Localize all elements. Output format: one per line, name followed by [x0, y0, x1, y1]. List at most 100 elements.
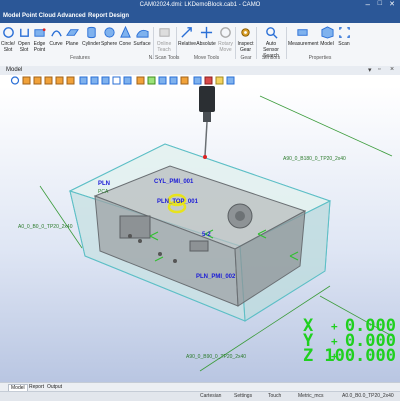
- label-pln-top[interactable]: PLN_TOP_001: [157, 199, 198, 205]
- relative-move-icon: [181, 27, 192, 38]
- circle-slot-button[interactable]: Circle/ Slot: [0, 26, 16, 53]
- open-slot-button[interactable]: Open Slot: [17, 26, 31, 53]
- minimize-icon[interactable]: –: [366, 0, 370, 9]
- view-right-icon[interactable]: [55, 76, 64, 85]
- reset-view-icon[interactable]: [226, 76, 235, 85]
- label-pln-left[interactable]: PLN: [98, 181, 110, 187]
- status-settings[interactable]: Settings: [234, 393, 252, 399]
- label-dim-left: A0_0_B0_0_TP20_2x40: [18, 224, 73, 230]
- cone-button[interactable]: Cone: [118, 26, 132, 47]
- open-slot-icon: [19, 28, 29, 37]
- curve-icon: [50, 30, 62, 37]
- rotary-move-label: Rotary Move: [218, 41, 233, 53]
- surface-button[interactable]: Surface: [133, 26, 151, 47]
- zoom-window-icon[interactable]: [90, 76, 99, 85]
- tab-model[interactable]: Model: [3, 13, 20, 19]
- sphere-icon: [103, 27, 115, 38]
- zoom-fit-icon[interactable]: [79, 76, 88, 85]
- view-front-icon[interactable]: [44, 76, 53, 85]
- ribbon: Circle/ Slot Open Slot Edge Point Curve …: [0, 23, 400, 67]
- path-icon[interactable]: [169, 76, 178, 85]
- ribbon-separator: [235, 27, 236, 59]
- absolute-button[interactable]: Absolute: [196, 26, 216, 47]
- model-block[interactable]: [68, 143, 332, 322]
- wireframe-icon[interactable]: [112, 76, 121, 85]
- group-features: Features: [70, 55, 90, 61]
- view-cube-icon[interactable]: [22, 76, 31, 85]
- rotary-move-button[interactable]: Rotary Move: [217, 26, 234, 53]
- online-teach-button[interactable]: Online Teach: [155, 26, 173, 53]
- close-icon[interactable]: ✕: [389, 0, 395, 8]
- measurement-button[interactable]: Measurement: [288, 26, 319, 47]
- model-viewport[interactable]: CYL_PMI_001 PLN_TOP_001 PLN PCA PLN_PMI_…: [0, 86, 400, 382]
- bottom-tab-output[interactable]: Output: [45, 384, 64, 390]
- label-pca: PCA: [98, 189, 109, 195]
- label-mid: 5-2: [202, 232, 211, 238]
- view-toolbar-icons: [10, 76, 235, 85]
- readout-z-row: Z + 100.000: [301, 346, 396, 366]
- section-icon[interactable]: [136, 76, 145, 85]
- color-icon[interactable]: [204, 76, 213, 85]
- view-iso-icon[interactable]: [66, 76, 75, 85]
- surface-label: Surface: [133, 41, 151, 47]
- online-teach-label: Online Teach: [156, 41, 172, 53]
- coordinate-readout: X + 0.000 Y + 0.000 Z + 100.000: [301, 318, 396, 366]
- open-slot-label: Open Slot: [17, 41, 31, 53]
- sphere-button[interactable]: Sphere: [101, 26, 117, 47]
- scan-label: Scan: [338, 41, 350, 47]
- label-icon[interactable]: [180, 76, 189, 85]
- pane-close-icon[interactable]: ×: [390, 66, 394, 73]
- label-dim-bottom: A90_0_B90_0_TP20_2x40: [186, 354, 247, 360]
- label-cyl-pmi[interactable]: CYL_PMI_001: [154, 179, 193, 185]
- tab-point-cloud[interactable]: Point Cloud: [22, 13, 56, 19]
- label-pln-pmi[interactable]: PLN_PMI_002: [196, 274, 235, 280]
- group-properties: Properties: [308, 55, 332, 61]
- edge-point-icon: [34, 28, 46, 37]
- circle-icon: [2, 27, 14, 38]
- plane-button[interactable]: Plane: [65, 26, 79, 47]
- settings-icon[interactable]: [193, 76, 202, 85]
- readout-x-sign: +: [331, 320, 338, 333]
- status-touch[interactable]: Touch: [268, 393, 281, 399]
- model-button[interactable]: Model: [319, 26, 335, 47]
- view-top-icon[interactable]: [33, 76, 42, 85]
- bottom-tab-report[interactable]: Report: [27, 384, 46, 390]
- cylinder-icon: [86, 26, 96, 39]
- inspect-gear-button[interactable]: Inspect Gear: [237, 26, 254, 53]
- bottom-tab-model[interactable]: Model: [8, 384, 28, 391]
- edge-point-button[interactable]: Edge Point: [32, 26, 47, 53]
- pane-restore-icon[interactable]: ▫: [378, 66, 380, 73]
- scan-icon: [338, 27, 350, 38]
- online-teach-icon: [158, 28, 170, 37]
- probe[interactable]: [199, 86, 215, 159]
- plane-icon: [65, 29, 79, 36]
- maximize-icon[interactable]: □: [378, 0, 382, 7]
- status-probe[interactable]: A0.0_B0.0_TP20_2x40: [342, 393, 394, 399]
- inspect-gear-label: Inspect Gear: [237, 41, 254, 53]
- status-cartesian[interactable]: Cartesian: [200, 393, 221, 399]
- ribbon-separator: [286, 27, 287, 59]
- cylinder-button[interactable]: Cylinder: [82, 26, 100, 47]
- probe-icon[interactable]: [158, 76, 167, 85]
- relative-button[interactable]: Relative: [178, 26, 196, 47]
- curve-button[interactable]: Curve: [49, 26, 63, 47]
- tab-advanced[interactable]: Advanced: [57, 13, 86, 19]
- rotate-view-icon[interactable]: [10, 76, 20, 85]
- pane-pin-icon[interactable]: ▾: [368, 66, 372, 74]
- readout-z-label: Z: [303, 346, 314, 366]
- cone-icon: [119, 26, 131, 38]
- group-gear: Gear: [240, 55, 252, 61]
- cylinder-label: Cylinder: [82, 41, 101, 47]
- window-title: CAM02024.dmi: LKDemoBlock.cab1 - CAMO: [139, 2, 261, 8]
- tab-report-design[interactable]: Report Design: [88, 13, 129, 19]
- measurement-icon: [297, 29, 308, 36]
- measure-icon[interactable]: [147, 76, 156, 85]
- pan-icon[interactable]: [101, 76, 110, 85]
- status-metric[interactable]: Metric_mcs: [298, 393, 324, 399]
- scan-button[interactable]: Scan: [337, 26, 351, 47]
- menu-bar: Model Point Cloud Advanced Report Design: [0, 11, 400, 23]
- light-icon[interactable]: [215, 76, 224, 85]
- sensor-search-icon: [265, 27, 278, 39]
- readout-z-value: 100.000: [324, 346, 396, 366]
- shaded-icon[interactable]: [123, 76, 132, 85]
